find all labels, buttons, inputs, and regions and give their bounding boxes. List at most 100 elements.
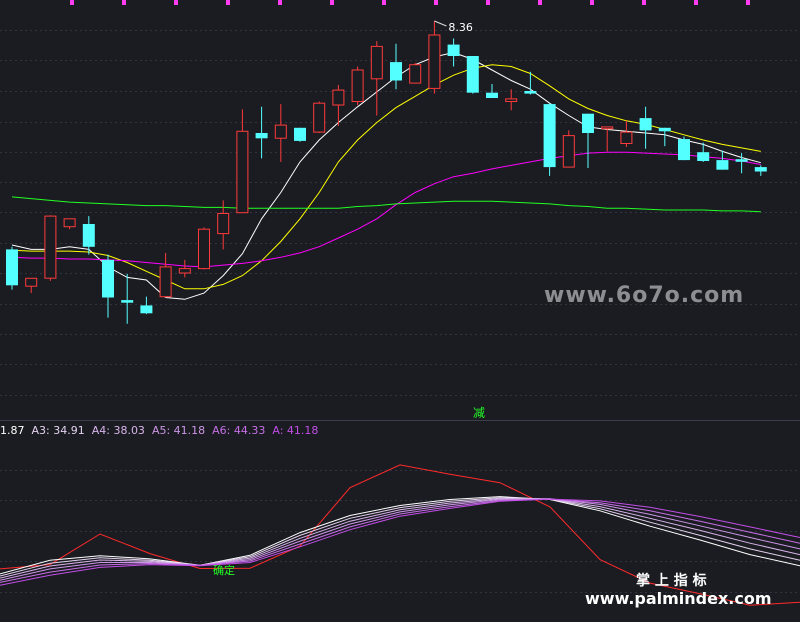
top-tick [538, 0, 542, 5]
candle-body [428, 34, 441, 89]
candle-body [562, 135, 575, 168]
candle-down [639, 106, 652, 149]
candle-down [716, 150, 729, 170]
candle-body [486, 92, 498, 98]
candle-up [601, 126, 614, 152]
candle-body [121, 300, 134, 303]
candle-down [102, 254, 114, 318]
candle-body [332, 89, 345, 106]
signal-label-confirm: 确定 [213, 563, 235, 577]
candle-up [409, 63, 422, 84]
candle-body [716, 160, 729, 170]
candle-body [294, 127, 306, 141]
candle-up [25, 277, 38, 294]
candle-up [159, 252, 172, 298]
candle-body [102, 259, 114, 298]
candle-up [505, 89, 518, 111]
candle-body [735, 159, 748, 162]
candle-down [121, 273, 134, 324]
candle-body [198, 228, 210, 270]
candle-down [466, 56, 479, 94]
watermark-palm-title: 掌 上 指 标 [636, 572, 707, 589]
moving-average-lines [11, 51, 761, 300]
candle-up [44, 215, 57, 281]
signal-label-reduce: 减 [473, 406, 485, 420]
top-tick [278, 0, 282, 5]
ma-line [11, 64, 761, 290]
candle-up [620, 120, 633, 147]
top-tick [70, 0, 74, 5]
candle-down [447, 38, 460, 67]
top-tick [746, 0, 750, 5]
candle-down [658, 127, 671, 147]
top-tick [330, 0, 334, 5]
candlesticks: 8.36 减 [6, 20, 767, 420]
candle-up [562, 130, 575, 168]
candle-body [274, 124, 287, 139]
candle-up [178, 259, 191, 278]
candle-body [447, 44, 460, 56]
candle-body [63, 218, 76, 228]
ma-line [11, 51, 761, 300]
candle-body [582, 113, 594, 133]
candle-body [236, 130, 249, 214]
candle-body [543, 104, 556, 168]
candle-body [678, 139, 690, 161]
top-tick [382, 0, 386, 5]
top-tick-marks [70, 0, 750, 5]
candle-down [678, 136, 690, 161]
candle-body [313, 102, 326, 133]
candle-up [236, 109, 249, 214]
candle-body [25, 277, 38, 287]
candle-down [255, 106, 268, 159]
legend-item: A5: 41.18 [152, 424, 205, 437]
candle-body [390, 62, 402, 81]
top-tick [642, 0, 646, 5]
indicator-line [0, 498, 800, 581]
candle-body [754, 167, 767, 172]
candle-body [82, 224, 95, 247]
candle-down [582, 113, 594, 168]
high-pointer [434, 20, 447, 27]
candle-body [351, 69, 364, 102]
legend-item: A3: 34.91 [32, 424, 85, 437]
candle-body [217, 213, 230, 235]
candle-body [370, 45, 383, 80]
candle-up [428, 21, 441, 94]
candle-down [524, 71, 537, 95]
candle-up [351, 66, 364, 105]
ma-line [11, 196, 761, 213]
candle-body [697, 152, 710, 161]
candle-body [255, 133, 268, 139]
top-tick [122, 0, 126, 5]
candle-body [178, 268, 191, 274]
top-tick [226, 0, 230, 5]
legend-item: A6: 44.33 [212, 424, 265, 437]
candle-down [390, 43, 402, 90]
candle-down [294, 127, 306, 142]
top-tick [590, 0, 594, 5]
top-tick [174, 0, 178, 5]
candle-body [466, 56, 479, 93]
candle-body [6, 249, 18, 286]
candle-down [140, 296, 153, 315]
candle-body [601, 126, 614, 130]
candle-up [370, 41, 383, 116]
legend-item: 1.87 [0, 424, 25, 437]
legend-item: A: 41.18 [272, 424, 318, 437]
candle-body [409, 64, 422, 84]
candle-body [505, 98, 518, 103]
candle-body [639, 118, 652, 131]
candle-up [198, 227, 210, 270]
indicator-legend: 1.87 A3: 34.91 A4: 38.03 A5: 41.18 A6: 44.33… [0, 424, 318, 437]
stock-chart: 8.36 减 确定 1.87 A3: 34.91 A4: 38.03 A5: 41.18… [0, 0, 800, 608]
watermark-palm-url: www.palmindex.com [585, 589, 772, 608]
top-tick [694, 0, 698, 5]
candle-down [754, 165, 767, 176]
candle-down [543, 103, 556, 176]
candle-body [44, 215, 57, 279]
top-tick [434, 0, 438, 5]
candle-body [658, 127, 671, 132]
candle-down [6, 246, 18, 290]
grid-lines [0, 30, 800, 593]
